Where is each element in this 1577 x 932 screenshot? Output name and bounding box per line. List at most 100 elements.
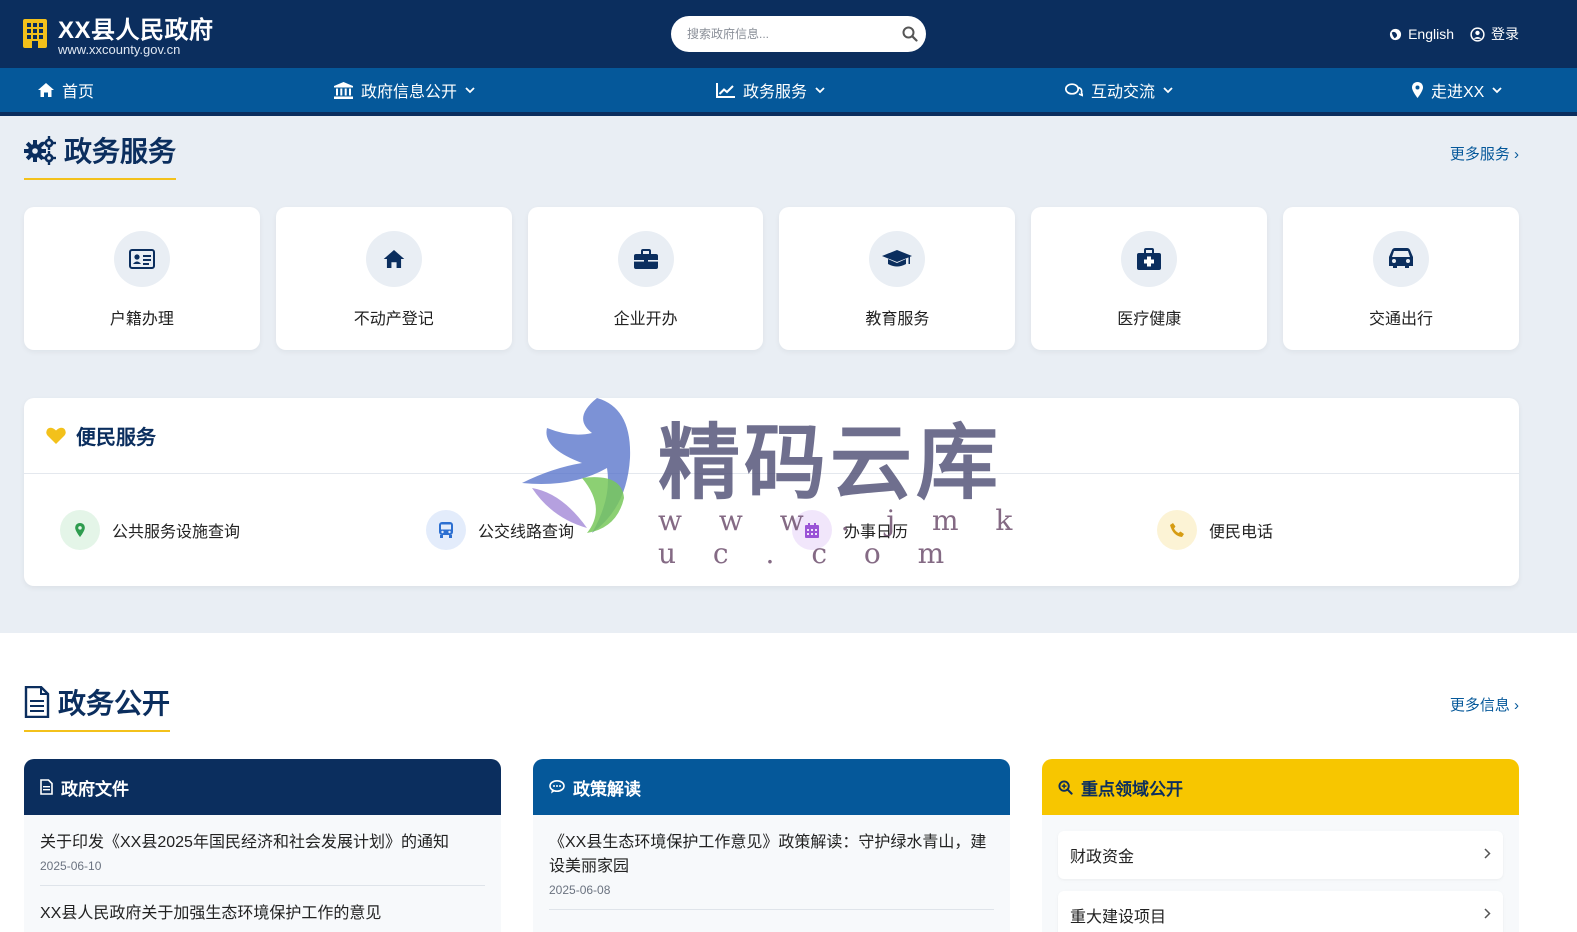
search-input[interactable] (687, 24, 887, 44)
id-card-icon (128, 249, 155, 269)
policy-interpretation-header: 政策解读 (533, 759, 1010, 815)
convenience-item-label: 办事日历 (844, 524, 909, 541)
home-icon (38, 83, 54, 97)
bus-icon (439, 522, 453, 538)
service-card-real-estate[interactable]: 不动产登记 (275, 207, 512, 350)
convenience-item-calendar[interactable]: 办事日历 (792, 510, 908, 550)
more-info-link[interactable]: 更多信息 › (1450, 694, 1519, 715)
service-card-business[interactable]: 企业开办 (527, 207, 764, 350)
list-item[interactable]: 《XX县生态环境保护工作意见》政策解读：守护绿水青山，建设美丽家园 2025-0… (549, 815, 994, 910)
institution-icon (334, 81, 353, 99)
policy-interpretation-list: 《XX县生态环境保护工作意见》政策解读：守护绿水青山，建设美丽家园 2025-0… (533, 815, 1010, 910)
nav-gov-info[interactable]: 政府信息公开 (334, 68, 475, 112)
service-icon-circle (1373, 231, 1430, 287)
news-date: 2025-06-08 (549, 883, 611, 897)
key-areas-panel: 重点领域公开 财政资金 重大建设项目 (1042, 759, 1519, 932)
nav-about-label: 走进XX (1431, 84, 1485, 101)
service-card-label: 交通出行 (1369, 311, 1434, 328)
medkit-icon (1137, 248, 1162, 270)
heart-icon (46, 427, 66, 444)
gov-documents-panel: 政府文件 关于印发《XX县2025年国民经济和社会发展计划》的通知 2025-0… (24, 759, 501, 932)
comment-dots-icon (549, 780, 565, 794)
service-cards: 户籍办理 不动产登记 企业开办 教育服务 医疗健康 交通出行 (24, 207, 1519, 350)
gov-documents-list: 关于印发《XX县2025年国民经济和社会发展计划》的通知 2025-06-10 … (24, 815, 501, 932)
news-title: XX县人民政府关于加强生态环境保护工作的意见 (40, 905, 382, 922)
search-box[interactable] (671, 16, 926, 52)
publicity-heading: 政务公开 (24, 682, 171, 732)
calendar-icon (805, 522, 819, 538)
convenience-title: 便民服务 (76, 427, 156, 449)
list-item[interactable]: 关于印发《XX县2025年国民经济和社会发展计划》的通知 2025-06-10 (40, 815, 485, 886)
language-link[interactable]: English (1389, 24, 1454, 44)
gov-documents-header: 政府文件 (24, 759, 501, 815)
globe-icon (1390, 28, 1402, 40)
services-heading: 政务服务 (24, 130, 177, 180)
nav-gov-service[interactable]: 政务服务 (716, 68, 825, 112)
service-card-education[interactable]: 教育服务 (779, 207, 1016, 350)
nav-interaction[interactable]: 互动交流 (1065, 68, 1173, 112)
file-text-icon (40, 779, 53, 795)
nav-home[interactable]: 首页 (38, 68, 94, 112)
service-card-label: 不动产登记 (353, 311, 434, 328)
convenience-header: 便民服务 (24, 398, 1519, 474)
user-circle-icon (1470, 26, 1485, 42)
key-area-item-projects[interactable]: 重大建设项目 (1058, 891, 1503, 932)
chevron-right-icon (1484, 908, 1491, 919)
convenience-item-bus[interactable]: 公交线路查询 (426, 510, 574, 550)
convenience-item-facilities[interactable]: 公共服务设施查询 (60, 510, 240, 550)
site-title[interactable]: XX县人民政府 (58, 10, 214, 45)
key-area-label: 重大建设项目 (1070, 909, 1167, 926)
briefcase-icon (633, 249, 658, 269)
service-card-label: 企业开办 (613, 311, 678, 328)
file-text-icon (24, 686, 50, 718)
service-card-health[interactable]: 医疗健康 (1031, 207, 1268, 350)
chevron-down-icon (815, 86, 825, 93)
policy-interpretation-title: 政策解读 (573, 779, 641, 799)
graduation-cap-icon (882, 250, 913, 267)
service-card-hukou[interactable]: 户籍办理 (24, 207, 260, 350)
key-areas-header: 重点领域公开 (1042, 759, 1519, 815)
list-item[interactable]: XX县人民政府关于加强生态环境保护工作的意见 (40, 886, 485, 932)
news-date: 2025-06-10 (40, 859, 102, 873)
chevron-down-icon (1163, 86, 1173, 93)
login-link[interactable]: 登录 (1470, 24, 1519, 44)
nav-gov-service-label: 政务服务 (743, 84, 808, 101)
icon-circle (792, 510, 832, 550)
nav-gov-info-label: 政府信息公开 (361, 84, 458, 101)
icon-circle (426, 510, 466, 550)
nav-about[interactable]: 走进XX (1412, 68, 1502, 112)
main-nav: 首页 政府信息公开 政务服务 互动交流 走进XX (0, 68, 1577, 116)
top-header: XX县人民政府 www.xxcounty.gov.cn English 登录 (0, 0, 1577, 68)
search-plus-icon (1058, 779, 1073, 795)
phone-icon (1170, 523, 1184, 537)
service-icon-circle (869, 231, 926, 287)
publicity-title: 政务公开 (58, 688, 171, 719)
services-title: 政务服务 (64, 136, 177, 167)
chart-line-icon (716, 82, 735, 98)
search-icon[interactable] (902, 26, 918, 42)
nav-interaction-label: 互动交流 (1091, 84, 1156, 101)
service-icon-circle (1121, 231, 1178, 287)
key-areas-list: 财政资金 重大建设项目 (1042, 831, 1519, 932)
chevron-right-icon (1484, 848, 1491, 859)
map-marker-icon (1412, 82, 1423, 98)
building-icon (23, 19, 47, 48)
cogs-icon (24, 136, 56, 165)
top-right-links: English 登录 (1389, 24, 1519, 44)
key-area-label: 财政资金 (1070, 849, 1135, 866)
icon-circle (60, 510, 100, 550)
site-url: www.xxcounty.gov.cn (58, 42, 181, 57)
car-icon (1389, 248, 1414, 268)
map-marker-icon (75, 523, 85, 537)
convenience-item-label: 便民电话 (1209, 524, 1274, 541)
language-label: English (1408, 26, 1454, 42)
service-icon-circle (365, 231, 422, 287)
convenience-item-label: 公共服务设施查询 (112, 524, 241, 541)
key-area-item-finance[interactable]: 财政资金 (1058, 831, 1503, 879)
service-card-transport[interactable]: 交通出行 (1283, 207, 1519, 350)
more-services-link[interactable]: 更多服务 › (1450, 143, 1519, 164)
service-card-label: 教育服务 (865, 311, 930, 328)
convenience-item-phone[interactable]: 便民电话 (1157, 510, 1273, 550)
chevron-down-icon (1492, 86, 1502, 93)
chevron-down-icon (465, 86, 475, 93)
